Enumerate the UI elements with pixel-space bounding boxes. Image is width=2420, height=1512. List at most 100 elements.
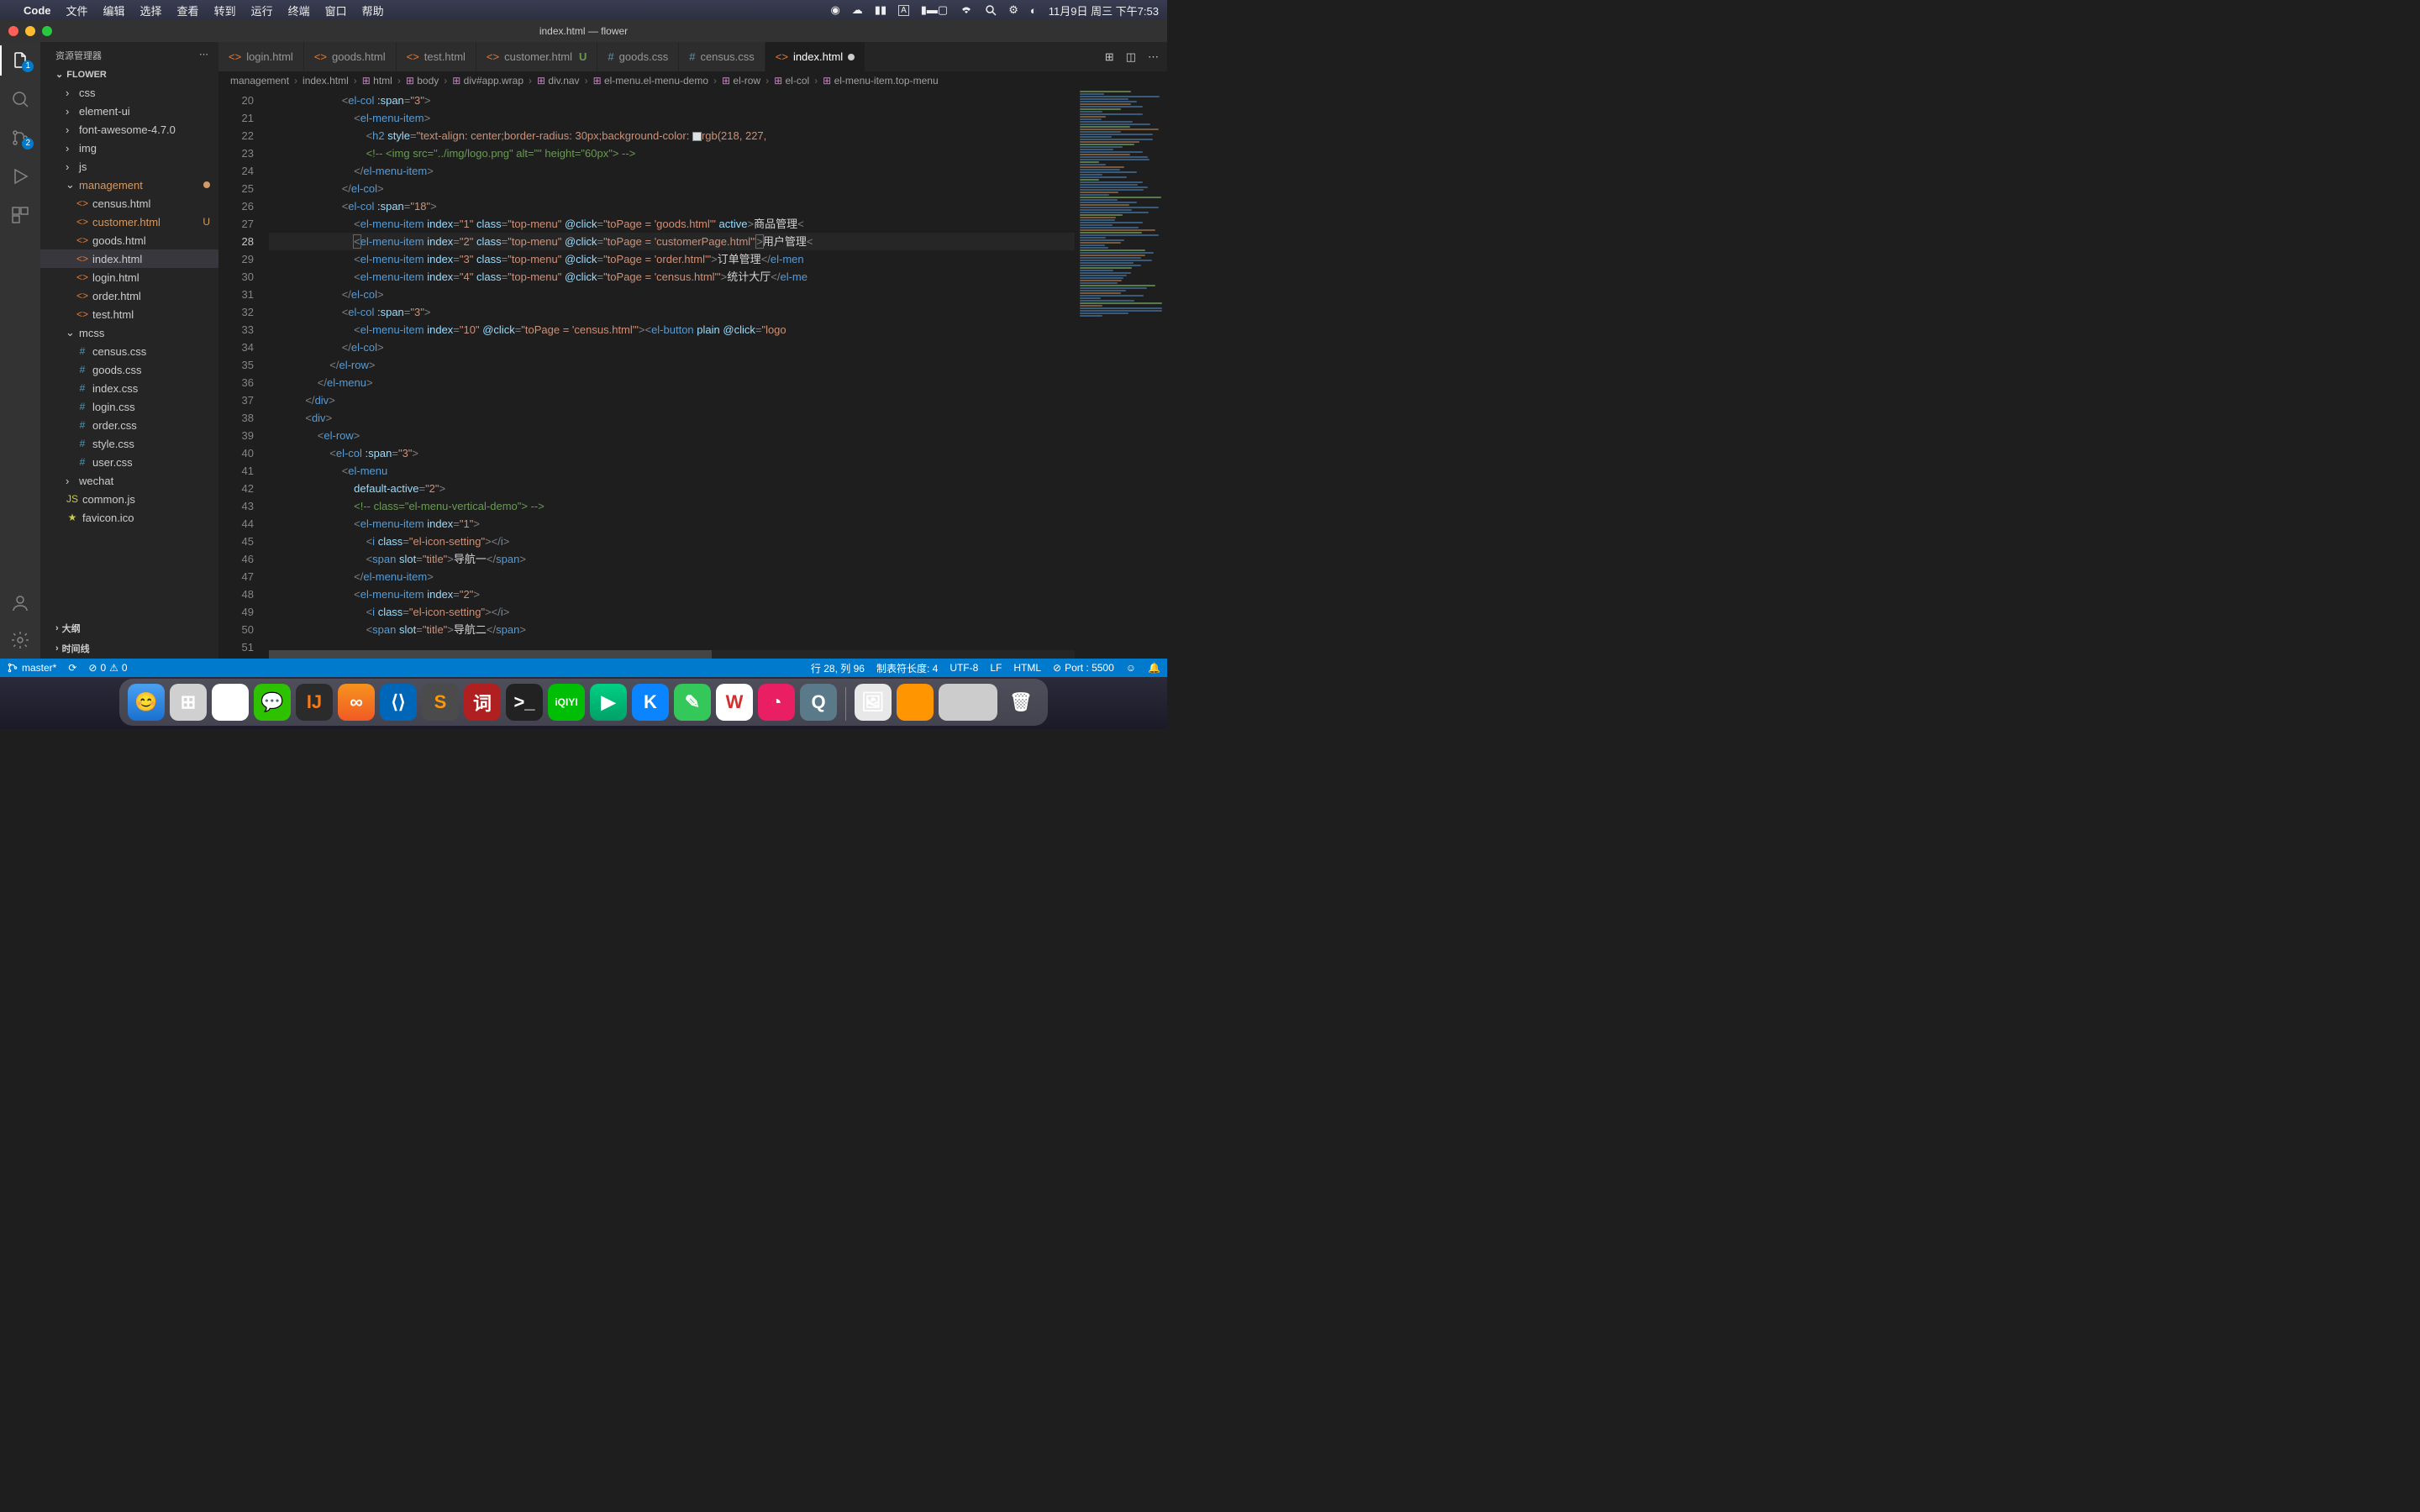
timeline-section[interactable]: ›时间线 [40, 638, 218, 659]
indentation[interactable]: 制表符长度: 4 [876, 661, 938, 675]
git-branch[interactable]: master* [7, 662, 56, 674]
folder-element-ui[interactable]: ›element-ui [40, 102, 218, 120]
dock-app-orange[interactable]: ∞ [338, 684, 375, 721]
dock-folder[interactable] [897, 684, 934, 721]
split-editor-icon[interactable]: ◫ [1126, 50, 1136, 64]
minimize-window-button[interactable] [25, 26, 35, 36]
file-user.css[interactable]: #user.css [40, 453, 218, 471]
folder-wechat[interactable]: ›wechat [40, 471, 218, 490]
encoding[interactable]: UTF-8 [950, 662, 978, 674]
file-census.html[interactable]: <>census.html [40, 194, 218, 213]
tab-test-html[interactable]: <>test.html [397, 42, 476, 71]
file-login.html[interactable]: <>login.html [40, 268, 218, 286]
breadcrumbs[interactable]: management›index.html›⊞ html›⊞ body›⊞ di… [218, 71, 1167, 90]
dock-terminal[interactable]: >_ [506, 684, 543, 721]
dock-chrome[interactable]: ◉ [212, 684, 249, 721]
horizontal-scrollbar[interactable] [269, 650, 1075, 659]
folder-img[interactable]: ›img [40, 139, 218, 157]
app-name[interactable]: Code [24, 4, 51, 17]
file-goods.html[interactable]: <>goods.html [40, 231, 218, 249]
feedback-icon[interactable]: ☺ [1126, 662, 1136, 674]
dock-trash[interactable]: 🗑 [1002, 684, 1039, 721]
dock-green[interactable]: ✎ [674, 684, 711, 721]
dock-wechat[interactable]: 💬 [254, 684, 291, 721]
accounts-icon[interactable] [10, 593, 30, 613]
datetime[interactable]: 11月9日 周三 下午7:53 [1049, 3, 1159, 18]
breadcrumb-item[interactable]: ⊞ el-menu.el-menu-demo [593, 75, 708, 87]
dock-finder[interactable]: 😊 [128, 684, 165, 721]
maximize-window-button[interactable] [42, 26, 52, 36]
menu-go[interactable]: 转到 [214, 3, 236, 18]
folder-management[interactable]: ⌄management [40, 176, 218, 194]
dock-vscode[interactable]: ⟨⟩ [380, 684, 417, 721]
breadcrumb-item[interactable]: ⊞ el-menu-item.top-menu [823, 75, 938, 87]
breadcrumb-item[interactable]: ⊞ html [362, 75, 392, 87]
tab-goods-html[interactable]: <>goods.html [304, 42, 397, 71]
language-mode[interactable]: HTML [1013, 662, 1041, 674]
dock-sublime[interactable]: S [422, 684, 459, 721]
menu-terminal[interactable]: 终端 [288, 3, 310, 18]
notifications-icon[interactable]: 🔔 [1148, 662, 1160, 674]
code-area[interactable]: <el-col :span="3"> <el-menu-item> <h2 st… [269, 90, 1075, 659]
file-goods.css[interactable]: #goods.css [40, 360, 218, 379]
spotlight-icon[interactable] [985, 4, 997, 16]
dock-launchpad[interactable]: ⊞ [170, 684, 207, 721]
file-test.html[interactable]: <>test.html [40, 305, 218, 323]
live-server-port[interactable]: ⊘ Port : 5500 [1053, 662, 1114, 674]
dock-kugou[interactable]: K [632, 684, 669, 721]
file-common-js[interactable]: JScommon.js [40, 490, 218, 508]
settings-gear-icon[interactable] [10, 630, 30, 650]
input-method-icon[interactable]: A [898, 5, 909, 16]
tab-customer-html[interactable]: <>customer.html U [476, 42, 598, 71]
problems[interactable]: ⊘ 0 ⚠ 0 [88, 662, 127, 674]
dock-pink[interactable]: ◔ [758, 684, 795, 721]
source-control-icon[interactable]: 2 [10, 128, 30, 148]
battery-icon[interactable]: ▮▬▢ [921, 3, 948, 17]
breadcrumb-item[interactable]: ⊞ body [406, 75, 439, 87]
dock-dictionary[interactable]: 词 [464, 684, 501, 721]
wifi-icon[interactable] [960, 5, 973, 15]
breadcrumb-item[interactable]: ⊞ el-row [722, 75, 760, 87]
sync-icon[interactable]: ⟳ [68, 662, 76, 674]
breadcrumb-item[interactable]: ⊞ div.nav [537, 75, 580, 87]
tab-goods-css[interactable]: #goods.css [597, 42, 679, 71]
breadcrumb-item[interactable]: ⊞ el-col [774, 75, 809, 87]
file-index.html[interactable]: <>index.html [40, 249, 218, 268]
extensions-icon[interactable] [10, 205, 30, 225]
dock-iqiyi[interactable]: iQIYI [548, 684, 585, 721]
menu-selection[interactable]: 选择 [140, 3, 162, 18]
menu-view[interactable]: 查看 [177, 3, 199, 18]
close-window-button[interactable] [8, 26, 18, 36]
compare-icon[interactable]: ⊞ [1105, 50, 1114, 64]
wechat-status-icon[interactable]: ☁ [852, 3, 863, 17]
eol[interactable]: LF [990, 662, 1002, 674]
search-icon[interactable] [10, 89, 30, 109]
dock-player[interactable]: ▶ [590, 684, 627, 721]
breadcrumb-item[interactable]: index.html [302, 75, 349, 87]
folder-css[interactable]: ›css [40, 83, 218, 102]
status-icon[interactable]: ▮▮ [875, 3, 886, 17]
control-center-icon[interactable]: ⚙ [1008, 3, 1018, 17]
project-root[interactable]: ⌄FLOWER [40, 66, 218, 83]
tab-index-html[interactable]: <>index.html [765, 42, 865, 71]
file-customer.html[interactable]: <>customer.htmlU [40, 213, 218, 231]
tab-census-css[interactable]: #census.css [679, 42, 765, 71]
dock-intellij[interactable]: IJ [296, 684, 333, 721]
record-icon[interactable]: ◉ [830, 3, 839, 17]
dock-preview[interactable]: 🖼 [855, 684, 892, 721]
editor-body[interactable]: 2021222324252627282930313233343536373839… [218, 90, 1167, 659]
explorer-icon[interactable]: 1 [10, 50, 30, 71]
breadcrumb-item[interactable]: ⊞ div#app.wrap [452, 75, 523, 87]
file-favicon[interactable]: ★favicon.ico [40, 508, 218, 527]
dock-stack[interactable] [939, 684, 997, 721]
file-order.html[interactable]: <>order.html [40, 286, 218, 305]
file-login.css[interactable]: #login.css [40, 397, 218, 416]
sidebar-more-icon[interactable]: ⋯ [199, 49, 208, 62]
folder-font-awesome-4.7.0[interactable]: ›font-awesome-4.7.0 [40, 120, 218, 139]
folder-mcss[interactable]: ⌄mcss [40, 323, 218, 342]
dock-quicktime[interactable]: Q [800, 684, 837, 721]
file-order.css[interactable]: #order.css [40, 416, 218, 434]
run-debug-icon[interactable] [10, 166, 30, 186]
file-style.css[interactable]: #style.css [40, 434, 218, 453]
dock-wps[interactable]: W [716, 684, 753, 721]
